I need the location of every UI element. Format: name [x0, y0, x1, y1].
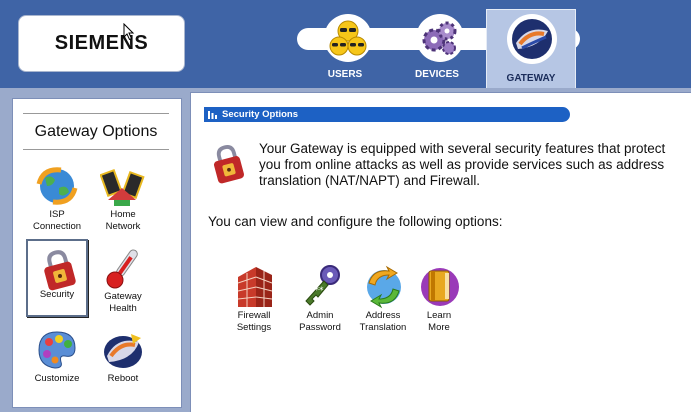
option-firewall-settings[interactable]: Firewall Settings: [222, 263, 286, 343]
sidebar-item-isp-connection[interactable]: ISP Connection: [25, 157, 89, 237]
firewall-icon: [234, 263, 276, 309]
option-label: Firewall Settings: [236, 310, 272, 333]
mouse-cursor-icon: [123, 23, 135, 41]
option-label: Address Translation: [359, 310, 407, 333]
option-label: Admin Password: [299, 310, 341, 333]
sidebar-item-label: Reboot: [107, 373, 139, 384]
address-translation-icon: [363, 263, 405, 309]
sidebar-item-gateway-health[interactable]: Gateway Health: [91, 239, 155, 319]
reboot-icon: [98, 327, 148, 373]
bar-chart-icon: [208, 110, 218, 119]
users-icon: [324, 14, 372, 62]
option-label: Learn More: [426, 310, 452, 333]
tab-devices-label: DEVICES: [415, 69, 459, 80]
home-network-icon: [98, 163, 148, 209]
tab-users-label: USERS: [327, 69, 363, 80]
tab-devices[interactable]: DEVICES: [400, 14, 474, 88]
siemens-logo[interactable]: SIEMENS: [18, 15, 185, 72]
key-icon: ***: [300, 263, 342, 309]
option-learn-more[interactable]: Learn More: [407, 263, 471, 343]
palette-icon: [32, 327, 82, 373]
security-lock-icon: [35, 247, 85, 293]
sidebar-item-label: Customize: [34, 373, 80, 384]
tab-gateway[interactable]: GATEWAY: [486, 9, 576, 88]
section-title: Security Options: [222, 109, 299, 120]
isp-connection-icon: [32, 163, 82, 209]
sidebar-item-customize[interactable]: Customize: [25, 321, 89, 401]
sidebar-item-reboot[interactable]: Reboot: [91, 321, 155, 401]
svg-text:***: ***: [310, 286, 324, 296]
tab-gateway-label: GATEWAY: [506, 73, 556, 84]
sidebar-item-label: Home Network: [105, 209, 141, 232]
book-icon: [419, 263, 461, 309]
content-panel: Security Options Your Gateway is equippe…: [190, 92, 691, 412]
sidebar-item-home-network[interactable]: Home Network: [91, 157, 155, 237]
security-lock-icon: [208, 143, 250, 185]
thermometer-icon: [98, 245, 148, 291]
gateway-icon: [507, 14, 557, 64]
tab-users[interactable]: USERS: [308, 14, 382, 88]
option-admin-password[interactable]: *** Admin Password: [288, 263, 352, 343]
sidebar-item-label: ISP Connection: [32, 209, 82, 232]
sidebar-title: Gateway Options: [23, 113, 169, 150]
sidebar-item-security[interactable]: Security: [26, 239, 88, 317]
options-prompt: You can view and configure the following…: [208, 214, 503, 229]
intro-paragraph: Your Gateway is equipped with several se…: [259, 141, 666, 188]
devices-icon: [416, 14, 464, 62]
sidebar-item-label: Security: [39, 289, 75, 300]
section-header: Security Options: [204, 107, 570, 122]
sidebar-panel: Gateway Options ISP Connection Home Netw…: [12, 98, 182, 408]
sidebar-item-label: Gateway Health: [104, 291, 142, 314]
option-address-translation[interactable]: Address Translation: [351, 263, 415, 343]
